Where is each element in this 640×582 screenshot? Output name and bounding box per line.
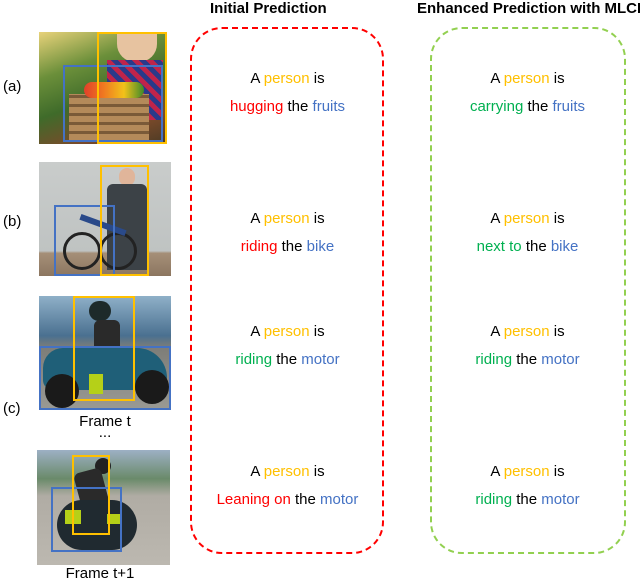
subject-word: person — [263, 463, 310, 480]
object-word: motor — [320, 491, 359, 508]
predicate-word: carrying — [469, 98, 524, 115]
sentence-line-1: A person is — [430, 205, 625, 233]
bbox-subject-person — [97, 32, 167, 144]
header-enhanced-prediction: Enhanced Prediction with MLCR — [417, 0, 640, 17]
word-the: the — [525, 238, 547, 255]
row-label-b: (b) — [3, 213, 22, 230]
image-a-vegetables — [39, 32, 167, 144]
word-is: is — [553, 463, 565, 480]
word-a: A — [250, 323, 260, 340]
object-word: bike — [306, 238, 335, 255]
word-a: A — [490, 463, 500, 480]
image-c-frame-t — [39, 296, 171, 410]
image-c-frame-t-plus-1 — [37, 450, 170, 565]
initial-sentence-2: A person is riding the motor — [190, 318, 385, 374]
sentence-line-2: carrying the fruits — [430, 93, 625, 121]
sentence-line-2: riding the motor — [430, 346, 625, 374]
word-a: A — [490, 323, 500, 340]
frame-ellipsis: ... — [98, 424, 112, 441]
sentence-line-1: A person is — [190, 65, 385, 93]
sentence-line-2: Leaning on the motor — [190, 486, 385, 514]
predicate-word: riding — [235, 351, 273, 368]
subject-word: person — [503, 323, 550, 340]
object-word: motor — [301, 351, 340, 368]
bbox-subject-person — [100, 165, 149, 276]
caption-frame-t-plus-1: Frame t+1 — [65, 565, 135, 582]
subject-word: person — [503, 70, 550, 87]
word-the: the — [516, 351, 538, 368]
enhanced-sentence-0: A person is carrying the fruits — [430, 65, 625, 121]
word-the: the — [276, 351, 298, 368]
sentence-line-1: A person is — [430, 458, 625, 486]
enhanced-sentence-3: A person is riding the motor — [430, 458, 625, 514]
subject-word: person — [503, 210, 550, 227]
predicate-word: riding — [475, 491, 513, 508]
sentence-line-1: A person is — [430, 65, 625, 93]
word-is: is — [313, 323, 325, 340]
object-word: motor — [541, 491, 580, 508]
row-label-c: (c) — [3, 400, 21, 417]
image-b-bicycle — [39, 162, 171, 276]
sentence-line-1: A person is — [190, 318, 385, 346]
object-word: fruits — [552, 98, 586, 115]
word-the: the — [281, 238, 303, 255]
word-a: A — [250, 70, 260, 87]
bbox-subject-person — [73, 296, 135, 401]
row-label-a: (a) — [3, 78, 22, 95]
initial-sentence-1: A person is riding the bike — [190, 205, 385, 261]
word-is: is — [313, 210, 325, 227]
word-is: is — [553, 323, 565, 340]
word-the: the — [527, 98, 549, 115]
enhanced-sentence-2: A person is riding the motor — [430, 318, 625, 374]
predicate-word: Leaning on — [216, 491, 291, 508]
sentence-line-2: hugging the fruits — [190, 93, 385, 121]
predicate-word: riding — [475, 351, 513, 368]
word-a: A — [250, 463, 260, 480]
sentence-line-2: riding the motor — [190, 346, 385, 374]
sentence-line-2: riding the motor — [430, 486, 625, 514]
sentence-line-1: A person is — [190, 458, 385, 486]
sentence-line-1: A person is — [430, 318, 625, 346]
word-a: A — [490, 210, 500, 227]
word-is: is — [313, 70, 325, 87]
word-the: the — [516, 491, 538, 508]
subject-word: person — [263, 323, 310, 340]
predicate-word: hugging — [229, 98, 284, 115]
header-initial-prediction: Initial Prediction — [210, 0, 327, 17]
object-word: motor — [541, 351, 580, 368]
object-word: bike — [550, 238, 579, 255]
object-word: fruits — [312, 98, 346, 115]
predicate-word: next to — [476, 238, 522, 255]
word-the: the — [295, 491, 316, 508]
word-is: is — [553, 210, 565, 227]
bbox-subject-person — [72, 455, 110, 535]
sentence-line-2: next to the bike — [430, 233, 625, 261]
word-is: is — [313, 463, 325, 480]
enhanced-sentence-1: A person is next to the bike — [430, 205, 625, 261]
subject-word: person — [503, 463, 550, 480]
word-a: A — [250, 210, 260, 227]
sentence-line-2: riding the bike — [190, 233, 385, 261]
initial-sentence-3: A person is Leaning on the motor — [190, 458, 385, 514]
subject-word: person — [263, 70, 310, 87]
word-is: is — [553, 70, 565, 87]
initial-sentence-0: A person is hugging the fruits — [190, 65, 385, 121]
sentence-line-1: A person is — [190, 205, 385, 233]
subject-word: person — [263, 210, 310, 227]
predicate-word: riding — [240, 238, 278, 255]
word-the: the — [287, 98, 309, 115]
word-a: A — [490, 70, 500, 87]
